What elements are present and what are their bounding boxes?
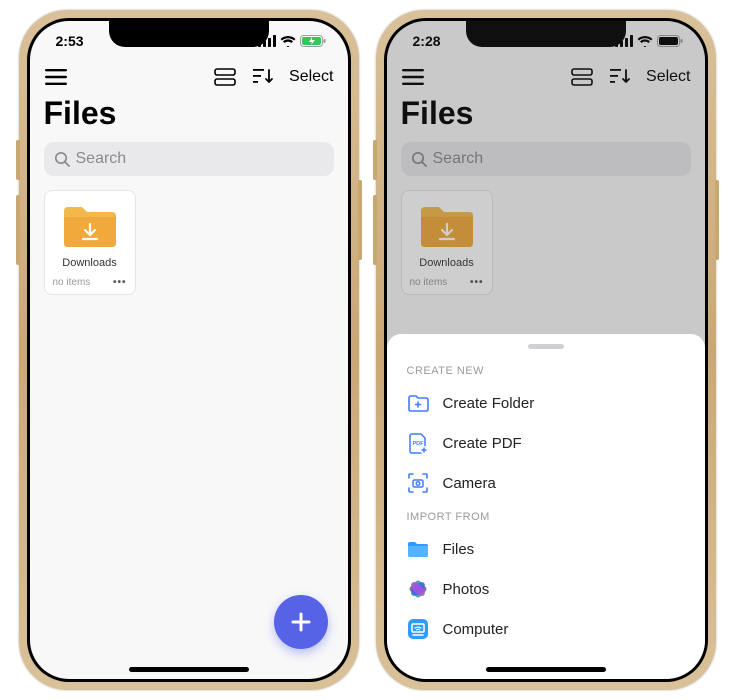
action-sheet: CREATE NEW Create Folder PDF Create PDF (387, 334, 705, 679)
toolbar: Select (30, 61, 348, 95)
folder-name: Downloads (51, 257, 129, 269)
sheet-item-label: Files (443, 541, 475, 558)
sheet-header-create: CREATE NEW (387, 357, 705, 383)
home-indicator[interactable] (129, 667, 249, 672)
sheet-item-files[interactable]: Files (387, 529, 705, 569)
page-title: Files (30, 95, 348, 138)
folder-more-button[interactable]: ••• (113, 277, 127, 288)
search-placeholder: Search (76, 150, 127, 168)
files-app-icon (407, 538, 429, 560)
sheet-item-photos[interactable]: Photos (387, 569, 705, 609)
sheet-item-camera[interactable]: Camera (387, 463, 705, 503)
sort-icon (252, 67, 274, 87)
folder-count: no items (53, 277, 91, 288)
sheet-grabber[interactable] (528, 344, 564, 349)
sheet-item-computer[interactable]: Computer (387, 609, 705, 649)
sheet-header-import: IMPORT FROM (387, 503, 705, 529)
pdf-plus-icon: PDF (407, 432, 429, 454)
folder-item-downloads[interactable]: Downloads no items ••• (44, 190, 136, 295)
svg-text:PDF: PDF (412, 441, 424, 447)
hamburger-icon (45, 69, 67, 85)
menu-button[interactable] (44, 65, 68, 89)
battery-icon (300, 35, 326, 47)
phone-left: 2:53 Select (19, 10, 359, 690)
camera-scan-icon (407, 472, 429, 494)
search-icon (54, 151, 70, 167)
home-indicator[interactable] (486, 667, 606, 672)
phone-right: 2:28 Select (376, 10, 716, 690)
sheet-item-create-pdf[interactable]: PDF Create PDF (387, 423, 705, 463)
sheet-item-label: Photos (443, 581, 490, 598)
computer-icon (407, 618, 429, 640)
list-view-icon (214, 68, 236, 86)
select-button[interactable]: Select (289, 68, 333, 86)
search-input[interactable]: Search (44, 142, 334, 176)
status-icons (258, 35, 326, 47)
folder-plus-icon (407, 392, 429, 414)
sheet-item-label: Create Folder (443, 395, 535, 412)
plus-icon (289, 610, 313, 634)
sheet-item-label: Create PDF (443, 435, 522, 452)
sheet-item-label: Computer (443, 621, 509, 638)
view-toggle-button[interactable] (213, 65, 237, 89)
file-grid: Downloads no items ••• (30, 190, 348, 295)
photos-app-icon (407, 578, 429, 600)
folder-icon (62, 201, 118, 249)
sheet-item-create-folder[interactable]: Create Folder (387, 383, 705, 423)
status-time: 2:53 (56, 33, 84, 49)
wifi-icon (280, 35, 296, 47)
add-button[interactable] (274, 595, 328, 649)
sort-button[interactable] (251, 65, 275, 89)
sheet-item-label: Camera (443, 475, 496, 492)
notch (109, 21, 269, 47)
